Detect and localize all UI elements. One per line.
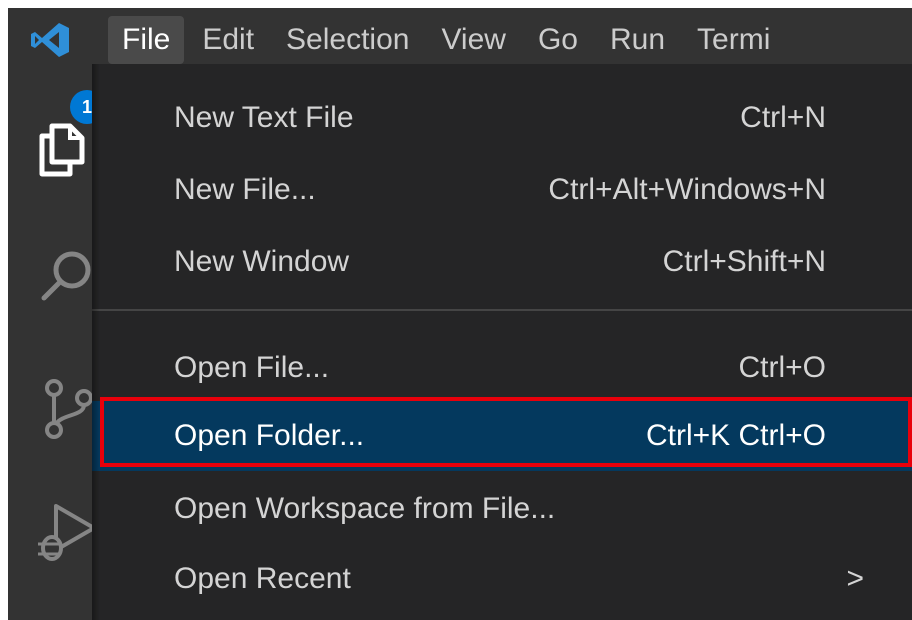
chevron-right-icon: > [846,562,864,595]
menu-terminal[interactable]: Termi [683,16,784,64]
menu-item-new-text-file[interactable]: New Text File Ctrl+N [92,83,912,153]
menu-separator [92,309,912,311]
menu-item-new-file[interactable]: New File... Ctrl+Alt+Windows+N [92,155,912,225]
menu-item-label: New Text File [174,101,354,134]
menu-item-label: Open Workspace from File... [174,492,556,525]
menu-item-open-file[interactable]: Open File... Ctrl+O [92,333,912,403]
menu-edit[interactable]: Edit [188,16,268,64]
menu-bar: File Edit Selection View Go Run Termi [108,8,788,72]
title-bar: File Edit Selection View Go Run Termi [8,8,912,72]
menu-item-new-window[interactable]: New Window Ctrl+Shift+N [92,227,912,297]
menu-item-label: Open File... [174,351,330,384]
activity-bar [8,72,100,620]
menu-item-label: Open Recent [174,562,351,595]
menu-item-open-folder[interactable]: Open Folder... Ctrl+K Ctrl+O [92,401,912,471]
menu-go[interactable]: Go [524,16,592,64]
menu-item-label: New File... [174,173,316,206]
menu-item-shortcut: Ctrl+O [738,351,826,384]
menu-run[interactable]: Run [596,16,679,64]
menu-file[interactable]: File [108,16,185,64]
menu-item-label: Open Folder... [174,419,365,452]
menu-item-open-recent[interactable]: Open Recent > [92,544,912,614]
explorer-icon[interactable] [38,122,90,178]
dropdown-shadow [92,64,100,620]
menu-item-shortcut: Ctrl+Alt+Windows+N [548,173,826,206]
search-icon[interactable] [38,248,96,306]
vscode-logo-icon[interactable] [30,22,70,58]
file-menu-dropdown: New Text File Ctrl+N New File... Ctrl+Al… [92,64,912,620]
menu-item-label: New Window [174,245,350,278]
run-debug-icon[interactable] [34,502,98,566]
source-control-icon[interactable] [42,378,98,440]
menu-selection[interactable]: Selection [272,16,423,64]
menu-item-shortcut: Ctrl+K Ctrl+O [645,419,826,452]
menu-item-shortcut: Ctrl+Shift+N [662,245,826,278]
menu-item-open-workspace[interactable]: Open Workspace from File... [92,474,912,544]
menu-view[interactable]: View [427,16,519,64]
menu-item-shortcut: Ctrl+N [740,101,826,134]
